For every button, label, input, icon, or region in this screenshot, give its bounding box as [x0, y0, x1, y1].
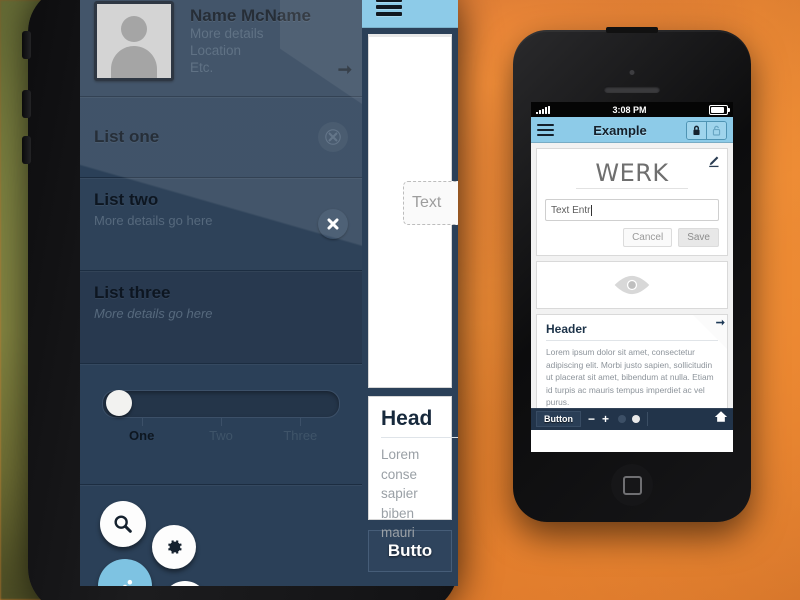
avatar-body — [111, 46, 157, 78]
volume-button-2[interactable] — [22, 90, 31, 118]
hamburger-icon[interactable] — [376, 0, 402, 19]
list-item[interactable]: List two More details go here — [80, 178, 362, 271]
slider-knob[interactable] — [106, 390, 132, 416]
content-panel-card: Text — [368, 34, 458, 388]
logo-card: WERK Text Entr Cancel Save — [536, 148, 728, 256]
text-entry-input[interactable]: Text Entr — [545, 199, 719, 221]
phone-top-nub — [606, 27, 658, 33]
slider-label-two[interactable]: Two — [181, 428, 260, 443]
profile-cell[interactable]: Name McName More details Location Etc. ➞ — [80, 0, 362, 97]
toolbar-button[interactable]: Button — [536, 411, 581, 427]
header-card: ➞ Header Lorem ipsum dolor sit amet, con… — [536, 314, 728, 419]
profile-detail-0: More details — [190, 26, 264, 42]
plus-icon[interactable]: + — [602, 413, 609, 425]
more-button[interactable] — [98, 559, 152, 586]
status-bar: 3:08 PM — [531, 102, 733, 117]
content-panel-header: Head — [381, 407, 433, 430]
settings-button[interactable] — [152, 525, 196, 569]
content-panel: Text Head Lorem conse sapier biben mauri… — [362, 0, 458, 586]
dropzone-label: Text — [412, 194, 442, 211]
navigation-drawer: Name McName More details Location Etc. ➞… — [80, 0, 362, 586]
dots-icon — [123, 579, 133, 586]
power-button[interactable] — [162, 581, 208, 586]
card-paragraph: Lorem ipsum dolor sit amet, consectetur … — [546, 347, 714, 408]
list-item-subtitle: More details go here — [94, 213, 213, 228]
slider-label-one[interactable]: One — [102, 428, 181, 443]
slider-labels: One Two Three — [102, 428, 340, 443]
logo-underline — [576, 188, 688, 189]
lock-toggle-group[interactable] — [685, 120, 727, 140]
avatar-head — [121, 16, 147, 42]
signal-bars-icon — [536, 105, 550, 114]
volume-button-3[interactable] — [22, 136, 31, 164]
phone-nav-bar: Example — [531, 117, 733, 143]
list-item-subtitle: More details go here — [94, 306, 213, 321]
volume-button-1[interactable] — [22, 31, 31, 59]
text-cursor — [591, 204, 593, 216]
content-panel-rule — [381, 437, 458, 438]
background-phone-device: Text Head Lorem conse sapier biben mauri… — [22, 0, 458, 600]
profile-text: Name McName More details Location Etc. — [190, 5, 311, 77]
eye-icon — [614, 275, 650, 295]
home-square-icon — [622, 475, 642, 495]
gear-icon — [168, 540, 182, 554]
profile-detail-2: Etc. — [190, 60, 214, 76]
home-button-toolbar[interactable] — [714, 410, 728, 428]
front-camera-icon — [629, 70, 635, 75]
content-panel-navbar — [362, 0, 458, 28]
eye-card — [536, 261, 728, 309]
action-buttons-cell — [80, 485, 362, 586]
earpiece-speaker — [604, 86, 660, 93]
lock-closed-icon[interactable] — [686, 121, 706, 139]
content-panel-paragraph: Lorem conse sapier biben mauri — [381, 447, 420, 541]
phone-home-button[interactable] — [611, 464, 653, 506]
page-dot-1[interactable] — [618, 415, 627, 423]
list-item-title: List two — [94, 190, 159, 209]
form-actions: Cancel Save — [545, 228, 719, 247]
close-circle-icon[interactable] — [318, 209, 348, 239]
home-icon — [714, 411, 728, 422]
slider-label-three[interactable]: Three — [261, 428, 340, 443]
slider-cell: One Two Three — [80, 364, 362, 485]
background-phone-screen: Text Head Lorem conse sapier biben mauri… — [80, 0, 458, 586]
hamburger-icon[interactable] — [537, 121, 554, 138]
phone-content: WERK Text Entr Cancel Save ➞ Header Lore… — [531, 143, 733, 430]
phone-screen: 3:08 PM Example WERK Text Entr Cancel Sa… — [531, 102, 733, 452]
lock-open-icon[interactable] — [705, 121, 726, 139]
arrow-right-icon[interactable]: ➞ — [716, 316, 725, 329]
save-button[interactable]: Save — [678, 228, 719, 247]
page-indicator[interactable] — [618, 415, 641, 423]
slider-control[interactable]: One Two Three — [80, 364, 362, 443]
profile-name: Name McName — [190, 6, 311, 26]
pencil-icon[interactable] — [707, 155, 720, 173]
cancel-button[interactable]: Cancel — [623, 228, 673, 247]
list-item[interactable]: List one — [80, 97, 362, 178]
content-panel-text-card: Head Lorem conse sapier biben mauri — [368, 396, 458, 540]
close-circle-icon[interactable] — [318, 122, 348, 152]
text-entry-value: Text Entr — [551, 204, 591, 216]
status-bar-time: 3:08 PM — [612, 104, 647, 115]
search-button[interactable] — [100, 501, 146, 547]
brand-logo: WERK — [595, 159, 669, 187]
profile-detail-1: Location — [190, 43, 242, 59]
search-icon — [114, 515, 132, 533]
slider-ticks — [102, 418, 340, 427]
screenshot-stage: Text Head Lorem conse sapier biben mauri… — [0, 0, 800, 600]
minus-icon[interactable]: − — [588, 413, 595, 425]
arrow-right-icon: ➞ — [337, 60, 352, 79]
ribbon-corner: ➞ — [693, 315, 727, 349]
list-item-title: List one — [94, 127, 160, 146]
avatar — [94, 1, 174, 81]
page-dot-2[interactable] — [632, 415, 641, 423]
list-item[interactable]: List three More details go here — [80, 271, 362, 364]
phone-toolbar: Button − + — [531, 408, 733, 430]
battery-full-icon — [708, 104, 730, 115]
list-item-title: List three — [94, 283, 171, 302]
slider-track[interactable] — [102, 390, 340, 418]
dropzone[interactable]: Text — [403, 181, 458, 225]
page-title: Example — [593, 122, 647, 138]
foreground-phone-device: 3:08 PM Example WERK Text Entr Cancel Sa… — [513, 27, 751, 522]
floating-action-buttons — [80, 485, 362, 586]
toolbar-divider — [647, 412, 649, 426]
